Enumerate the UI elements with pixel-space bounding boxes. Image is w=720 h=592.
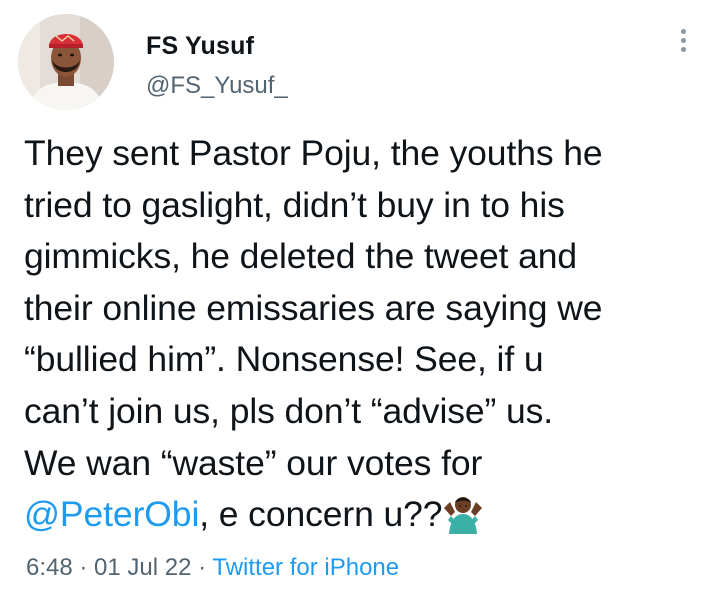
- avatar[interactable]: [18, 14, 114, 110]
- avatar-photo: [18, 14, 114, 110]
- tweet-source-link[interactable]: Twitter for iPhone: [212, 554, 399, 581]
- more-dot: [680, 29, 686, 34]
- more-options-icon[interactable]: [672, 26, 694, 60]
- tweet-line: We wan “waste” our votes for: [24, 442, 483, 483]
- author-display-name[interactable]: FS Yusuf: [146, 32, 254, 61]
- tweet-text: They sent Pastor Poju, the youths he tri…: [24, 128, 704, 541]
- tweet-line: “bullied him”. Nonsense! See, if u: [24, 339, 544, 380]
- tweet-line: their online emissaries are saying we: [24, 287, 603, 328]
- tweet-line: gimmicks, he deleted the tweet and: [24, 236, 578, 277]
- meta-separator: ·: [72, 554, 95, 581]
- tweet-date[interactable]: 01 Jul 22: [94, 554, 191, 581]
- tweet-time[interactable]: 6:48: [26, 554, 73, 581]
- tweet-card: FS Yusuf @FS_Yusuf_ They sent Pastor Poj…: [0, 0, 720, 592]
- tweet-line: They sent Pastor Poju, the youths he: [24, 133, 603, 173]
- meta-separator: ·: [191, 554, 213, 581]
- more-dot: [680, 38, 686, 43]
- person-shrugging-icon: [442, 494, 484, 535]
- tweet-line-last: @PeterObi, e concern u??: [24, 489, 704, 541]
- tweet-meta: 6:48 · 01 Jul 22 · Twitter for iPhone: [26, 554, 399, 582]
- tweet-line: tried to gaslight, didn’t buy in to his: [24, 184, 565, 225]
- more-dot: [680, 47, 686, 52]
- tweet-line: can’t join us, pls don’t “advise” us.: [24, 390, 554, 431]
- author-handle[interactable]: @FS_Yusuf_: [146, 72, 288, 100]
- tweet-line-tail: , e concern u??: [199, 494, 443, 535]
- mention-link[interactable]: @PeterObi: [24, 494, 199, 534]
